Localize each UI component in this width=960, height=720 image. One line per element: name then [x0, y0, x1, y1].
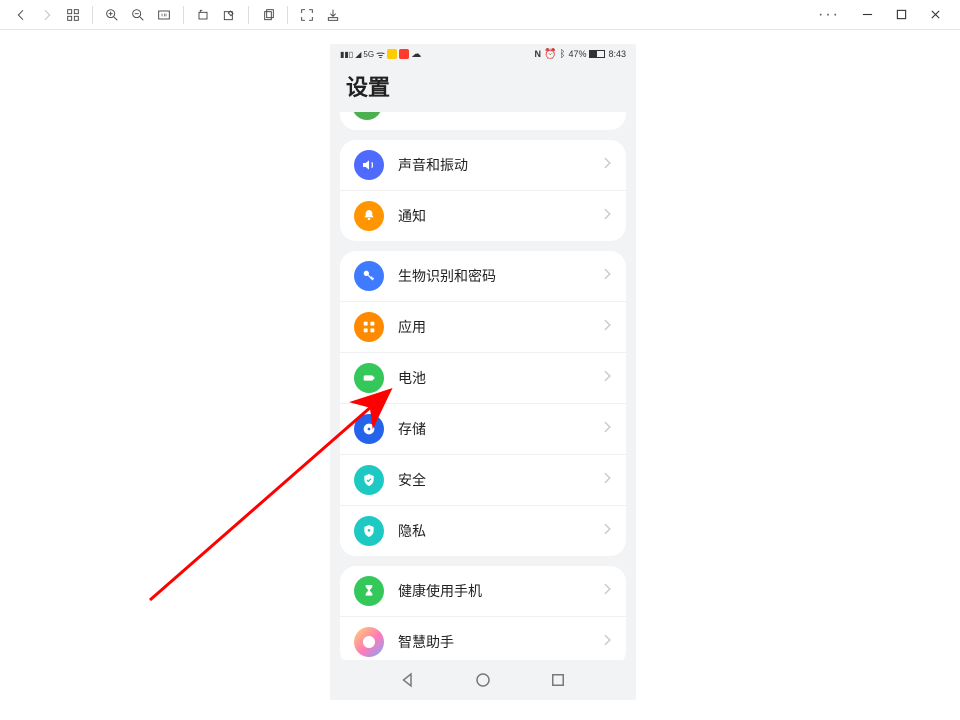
page-title: 设置	[346, 70, 620, 102]
grid-icon	[354, 312, 384, 342]
phone-screenshot: ▮▮▯ ◢ 5G ᯤ ☁ N ⏰ ᛒ 47% 8:43 设置	[330, 44, 636, 700]
hourglass-icon	[354, 576, 384, 606]
settings-row-storage[interactable]: 存储	[340, 403, 626, 454]
nav-home[interactable]	[473, 670, 493, 690]
settings-row-label: 健康使用手机	[398, 581, 602, 601]
wifi-icon: ᯤ	[376, 47, 385, 61]
status-pill-2	[399, 49, 409, 59]
window-maximize-button[interactable]	[884, 1, 918, 29]
chevron-right-icon	[602, 633, 612, 652]
battery-percent: 47%	[568, 49, 586, 59]
window-close-button[interactable]	[918, 1, 952, 29]
phone-status-bar: ▮▮▯ ◢ 5G ᯤ ☁ N ⏰ ᛒ 47% 8:43	[330, 44, 636, 64]
chevron-right-icon	[602, 420, 612, 439]
wifi-5g-icon: 5G	[363, 50, 374, 59]
rotate-button[interactable]	[190, 2, 216, 28]
settings-row-label: 智慧助手	[398, 632, 602, 652]
speaker-icon	[354, 150, 384, 180]
settings-row-label: 声音和振动	[398, 155, 602, 175]
settings-row-security[interactable]: 安全	[340, 454, 626, 505]
save-button[interactable]	[320, 2, 346, 28]
disk-icon	[354, 414, 384, 444]
settings-scroll[interactable]: 声音和振动通知 生物识别和密码应用电池存储安全隐私 健康使用手机智慧助手	[330, 112, 636, 667]
settings-row-label: 通知	[398, 206, 602, 226]
settings-row-notify[interactable]: 通知	[340, 190, 626, 241]
zoom-out-button[interactable]	[125, 2, 151, 28]
settings-row-label: 隐私	[398, 521, 602, 541]
zoom-in-button[interactable]	[99, 2, 125, 28]
chevron-right-icon	[602, 207, 612, 226]
chevron-right-icon	[602, 369, 612, 388]
nav-back[interactable]	[398, 670, 418, 690]
shield-icon	[354, 465, 384, 495]
viewer-stage: ▮▮▯ ◢ 5G ᯤ ☁ N ⏰ ᛒ 47% 8:43 设置	[0, 30, 960, 720]
viewer-toolbar: ···	[0, 0, 960, 30]
chevron-right-icon	[602, 522, 612, 541]
settings-group-1: 生物识别和密码应用电池存储安全隐私	[340, 251, 626, 556]
settings-row-battery[interactable]: 电池	[340, 352, 626, 403]
chevron-right-icon	[602, 471, 612, 490]
chevron-right-icon	[602, 582, 612, 601]
nav-recent[interactable]	[548, 670, 568, 690]
settings-row-sound[interactable]: 声音和振动	[340, 140, 626, 190]
settings-row-privacy[interactable]: 隐私	[340, 505, 626, 556]
fullscreen-button[interactable]	[294, 2, 320, 28]
bluetooth-icon: ᛒ	[559, 49, 565, 60]
bell-icon	[354, 201, 384, 231]
settings-group-2: 健康使用手机智慧助手	[340, 566, 626, 667]
status-pill-1	[387, 49, 397, 59]
status-time: 8:43	[608, 49, 626, 59]
settings-row-label: 存储	[398, 419, 602, 439]
settings-row-biometric[interactable]: 生物识别和密码	[340, 251, 626, 301]
nfc-icon: N	[535, 49, 542, 59]
settings-row-label: 电池	[398, 368, 602, 388]
battery-icon	[589, 50, 605, 58]
settings-row-label: 安全	[398, 470, 602, 490]
edit-button[interactable]	[216, 2, 242, 28]
shield2-icon	[354, 516, 384, 546]
more-menu-button[interactable]: ···	[808, 6, 850, 24]
window-minimize-button[interactable]	[850, 1, 884, 29]
partial-row-icon	[352, 112, 382, 120]
settings-row-health[interactable]: 健康使用手机	[340, 566, 626, 616]
chevron-right-icon	[602, 267, 612, 286]
chevron-right-icon	[602, 156, 612, 175]
alarm-icon: ⏰	[544, 49, 556, 60]
nav-forward-button[interactable]	[34, 2, 60, 28]
partial-card-top	[340, 112, 626, 130]
settings-row-label: 应用	[398, 317, 602, 337]
assistant-icon	[354, 627, 384, 657]
android-nav-bar	[330, 660, 636, 700]
key-icon	[354, 261, 384, 291]
thumbnail-grid-button[interactable]	[60, 2, 86, 28]
page-header: 设置	[330, 64, 636, 112]
settings-row-label: 生物识别和密码	[398, 266, 602, 286]
copy-button[interactable]	[255, 2, 281, 28]
cloud-icon: ☁	[411, 49, 421, 60]
settings-group-0: 声音和振动通知	[340, 140, 626, 241]
signal-icon: ▮▮▯	[340, 50, 353, 59]
battery-icon	[354, 363, 384, 393]
nav-back-button[interactable]	[8, 2, 34, 28]
signal-icon-2: ◢	[355, 50, 361, 59]
actual-size-button[interactable]	[151, 2, 177, 28]
settings-row-apps[interactable]: 应用	[340, 301, 626, 352]
chevron-right-icon	[602, 318, 612, 337]
